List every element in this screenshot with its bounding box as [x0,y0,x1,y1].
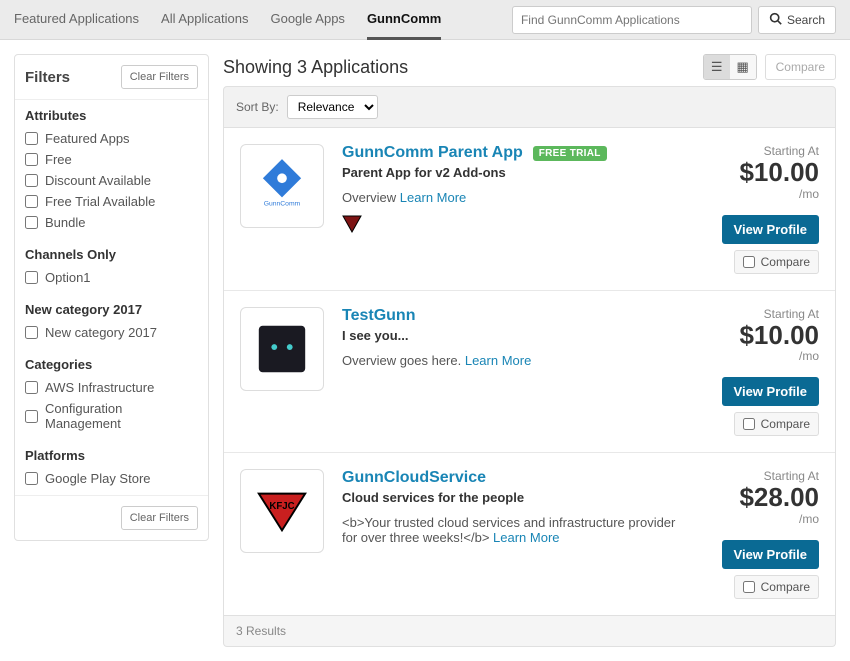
view-profile-button[interactable]: View Profile [722,540,819,569]
svg-text:GunnComm: GunnComm [264,200,301,207]
filter-free-trial[interactable]: Free Trial Available [25,191,198,212]
tab-featured[interactable]: Featured Applications [14,0,139,40]
app-overview: Overview goes here. Learn More [342,353,681,368]
filter-group-newcat: New category 2017 [25,302,198,317]
app-title-link[interactable]: GunnCloudService [342,469,486,487]
filters-sidebar: Filters Clear Filters Attributes Feature… [14,54,209,541]
filter-group-platforms: Platforms [25,448,198,463]
tab-google[interactable]: Google Apps [270,0,344,40]
results-heading: Showing 3 Applications [223,57,408,78]
app-thumbnail: KFJC [240,469,324,553]
compare-checkbox[interactable] [743,418,755,430]
filter-newcat2017[interactable]: New category 2017 [25,322,198,343]
search-button-label: Search [787,13,825,27]
checkbox[interactable] [25,472,38,485]
compare-button[interactable]: Compare [765,54,836,80]
results-footer: 3 Results [223,616,836,647]
view-profile-button[interactable]: View Profile [722,377,819,406]
list-icon: ☰ [711,59,723,75]
app-price: $28.00 [739,483,819,512]
free-trial-badge: FREE TRIAL [533,146,607,161]
filter-config-mgmt[interactable]: Configuration Management [25,398,198,434]
search-area: Search [512,6,836,34]
grid-view-button[interactable]: ▦ [730,55,756,79]
app-price: $10.00 [739,158,819,187]
app-card: GunnComm GunnComm Parent App FREE TRIAL … [224,128,835,291]
price-period: /mo [799,349,819,363]
app-card: KFJC GunnCloudService Cloud services for… [224,453,835,615]
app-thumbnail: GunnComm [240,144,324,228]
tab-gunncomm[interactable]: GunnComm [367,0,441,40]
svg-text:KFJC: KFJC [269,501,294,512]
filter-group-channels: Channels Only [25,247,198,262]
app-price: $10.00 [739,321,819,350]
sort-bar: Sort By: Relevance [223,86,836,128]
search-input[interactable] [512,6,752,34]
price-period: /mo [799,187,819,201]
starting-at-label: Starting At [764,144,819,158]
learn-more-link[interactable]: Learn More [400,190,466,205]
checkbox[interactable] [25,195,38,208]
app-title-link[interactable]: GunnComm Parent App [342,144,523,162]
search-icon [769,12,782,28]
filter-featured-apps[interactable]: Featured Apps [25,128,198,149]
starting-at-label: Starting At [764,469,819,483]
search-button[interactable]: Search [758,6,836,34]
starting-at-label: Starting At [764,307,819,321]
compare-checkbox[interactable] [743,581,755,593]
filter-aws[interactable]: AWS Infrastructure [25,377,198,398]
list-view-button[interactable]: ☰ [704,55,730,79]
tab-all[interactable]: All Applications [161,0,248,40]
checkbox[interactable] [25,381,38,394]
app-title-link[interactable]: TestGunn [342,307,415,325]
filter-group-categories: Categories [25,357,198,372]
checkbox[interactable] [25,153,38,166]
app-card: TestGunn I see you... Overview goes here… [224,291,835,454]
checkbox[interactable] [25,174,38,187]
compare-checkbox[interactable] [743,256,755,268]
compare-checkbox-row[interactable]: Compare [734,575,819,599]
app-thumbnail [240,307,324,391]
checkbox[interactable] [25,216,38,229]
checkbox[interactable] [25,132,38,145]
app-subtitle: Cloud services for the people [342,490,681,505]
filter-option1[interactable]: Option1 [25,267,198,288]
triangle-badge-icon [342,215,681,236]
sort-label: Sort By: [236,100,279,114]
compare-checkbox-row[interactable]: Compare [734,250,819,274]
learn-more-link[interactable]: Learn More [493,530,559,545]
app-subtitle: I see you... [342,328,681,343]
filters-title: Filters [25,69,70,86]
top-nav: Featured Applications All Applications G… [0,0,850,40]
checkbox[interactable] [25,271,38,284]
app-overview: <b>Your trusted cloud services and infra… [342,515,681,545]
filter-google-play[interactable]: Google Play Store [25,468,198,489]
app-subtitle: Parent App for v2 Add-ons [342,165,681,180]
filter-bundle[interactable]: Bundle [25,212,198,233]
clear-filters-button-bottom[interactable]: Clear Filters [121,506,198,530]
main-content: Showing 3 Applications ☰ ▦ Compare Sort … [223,54,836,647]
nav-tabs: Featured Applications All Applications G… [14,0,441,40]
price-period: /mo [799,512,819,526]
filter-group-attributes: Attributes [25,108,198,123]
grid-icon: ▦ [736,59,748,75]
app-overview: Overview Learn More [342,190,681,205]
filter-free[interactable]: Free [25,149,198,170]
sort-select[interactable]: Relevance [287,95,378,119]
filter-discount[interactable]: Discount Available [25,170,198,191]
clear-filters-button-top[interactable]: Clear Filters [121,65,198,89]
view-toggle: ☰ ▦ [703,54,757,80]
checkbox[interactable] [25,410,38,423]
learn-more-link[interactable]: Learn More [465,353,531,368]
view-profile-button[interactable]: View Profile [722,215,819,244]
checkbox[interactable] [25,326,38,339]
applications-list: GunnComm GunnComm Parent App FREE TRIAL … [223,128,836,616]
compare-checkbox-row[interactable]: Compare [734,412,819,436]
